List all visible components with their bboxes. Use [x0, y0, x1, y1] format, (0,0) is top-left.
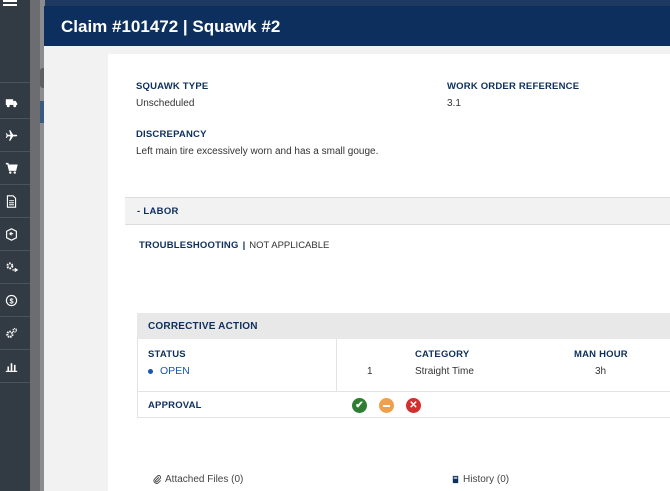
truck-icon[interactable]: [0, 86, 22, 118]
modal-title: Claim #101472 | Squawk #2: [61, 17, 281, 36]
troubleshooting-separator: |: [242, 240, 246, 251]
squawk-type-value: Unscheduled: [136, 98, 195, 109]
approve-icon[interactable]: ✔: [352, 398, 367, 413]
corrective-action-panel: CORRECTIVE ACTION STATUS CATEGORY MAN HO…: [137, 313, 670, 485]
man-hour-value: 3h: [595, 366, 607, 377]
pending-icon[interactable]: [379, 398, 394, 413]
approval-label: APPROVAL: [148, 400, 202, 411]
attached-files-link[interactable]: Attached Files (0): [153, 474, 243, 485]
gears-icon[interactable]: [0, 317, 22, 349]
history-text: History (0): [463, 474, 510, 485]
cart-icon[interactable]: [0, 152, 22, 184]
work-order-label: WORK ORDER REFERENCE: [447, 81, 580, 92]
modal-content: SQUAWK TYPE Unscheduled WORK ORDER REFER…: [108, 54, 670, 491]
labor-section-label: - LABOR: [137, 206, 179, 217]
status-open-link[interactable]: OPEN: [160, 365, 190, 377]
document-icon[interactable]: [0, 185, 22, 217]
plane-icon[interactable]: [0, 119, 22, 151]
category-value: Straight Time: [415, 366, 474, 377]
troubleshooting-value: NOT APPLICABLE: [249, 240, 330, 251]
book-icon: [452, 475, 459, 484]
row-number: 1: [367, 366, 373, 377]
bar-chart-icon[interactable]: [0, 350, 22, 382]
corrective-action-table: [137, 339, 670, 392]
category-column-header: CATEGORY: [415, 349, 470, 360]
status-dot-icon: [148, 369, 153, 374]
svg-text:$: $: [9, 296, 13, 305]
man-hour-column-header: MAN HOUR: [574, 349, 628, 360]
squawk-type-label: SQUAWK TYPE: [136, 81, 209, 92]
claim-modal: Claim #101472 | Squawk #2 SQUAWK TYPE Un…: [44, 6, 670, 491]
reject-icon[interactable]: ✕: [406, 398, 421, 413]
paperclip-icon: [153, 475, 161, 484]
menu-icon[interactable]: [3, 0, 17, 6]
modal-header: Claim #101472 | Squawk #2: [44, 6, 670, 46]
parts-swap-icon[interactable]: [0, 251, 22, 283]
labor-section-toggle[interactable]: - LABOR: [125, 197, 670, 225]
corrective-action-title: CORRECTIVE ACTION: [148, 321, 258, 332]
troubleshooting-label: TROUBLESHOOTING: [139, 240, 239, 251]
dollar-cycle-icon[interactable]: $: [0, 284, 22, 316]
discrepancy-label: DISCREPANCY: [136, 129, 207, 140]
corrective-action-header: CORRECTIVE ACTION: [137, 313, 670, 339]
background-page: [30, 0, 45, 491]
work-order-value: 3.1: [447, 98, 461, 109]
history-link[interactable]: History (0): [451, 474, 509, 485]
discrepancy-value: Left main tire excessively worn and has …: [136, 146, 379, 157]
troubleshooting-line: TROUBLESHOOTING | NOT APPLICABLE: [139, 240, 329, 251]
status-column-header: STATUS: [148, 349, 186, 360]
side-navigation: $: [0, 0, 30, 491]
box-return-icon[interactable]: [0, 218, 22, 250]
approval-row: [137, 391, 670, 418]
attached-files-text: Attached Files (0): [165, 474, 244, 485]
